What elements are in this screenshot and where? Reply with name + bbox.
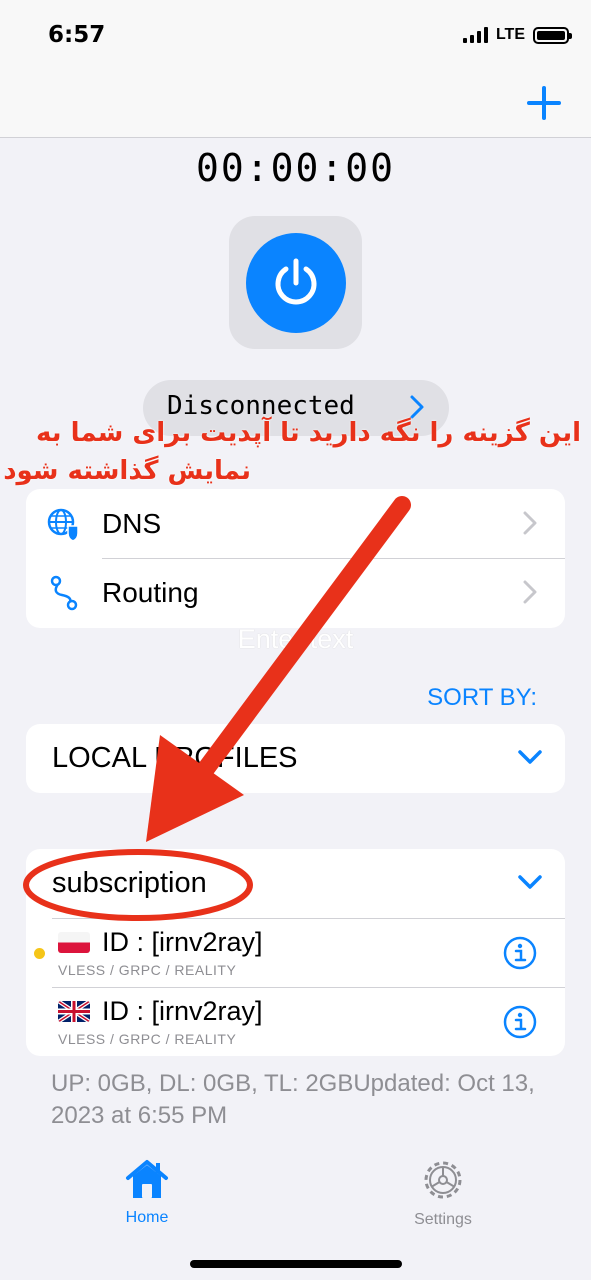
status-time: 6:57 <box>48 22 106 48</box>
battery-icon <box>533 26 572 44</box>
chevron-right-icon <box>523 580 537 604</box>
chevron-down-icon <box>518 875 542 889</box>
dns-row[interactable]: DNS <box>26 489 565 558</box>
info-icon[interactable] <box>503 1005 537 1039</box>
tab-settings[interactable]: Settings <box>383 1158 503 1229</box>
chevron-right-icon <box>523 511 537 535</box>
subscription-title: subscription <box>52 867 207 899</box>
home-indicator <box>190 1260 402 1268</box>
info-icon[interactable] <box>503 936 537 970</box>
tab-home[interactable]: Home <box>87 1158 207 1227</box>
sort-by-button[interactable]: SORT BY: <box>427 684 537 712</box>
tab-settings-label: Settings <box>414 1211 472 1228</box>
chevron-down-icon <box>518 750 542 764</box>
subscription-header[interactable]: subscription <box>26 849 565 918</box>
annotation-line-2: نمایش گذاشته شود <box>3 456 251 486</box>
status-indicators: LTE <box>462 26 572 44</box>
house-icon <box>126 1160 168 1198</box>
power-icon <box>275 258 317 305</box>
server-name: ID : [irnv2ray] <box>102 996 263 1026</box>
routing-icon <box>50 575 78 610</box>
subscription-usage: UP: 0GB, DL: 0GB, TL: 2GBUpdated: Oct 13… <box>51 1070 535 1129</box>
connect-button[interactable] <box>246 233 346 333</box>
annotation-line-1: این گزینه را نگه دارید تا آپدیت برای شما… <box>36 418 581 448</box>
connection-timer: 00:00:00 <box>195 146 396 190</box>
tab-home-label: Home <box>125 1209 169 1226</box>
globe-shield-icon <box>47 508 79 542</box>
server-protocol: VLESS / GRPC / REALITY <box>58 1031 237 1047</box>
enter-text-placeholder: Enter text <box>237 624 354 654</box>
server-name: ID : [irnv2ray] <box>102 927 263 957</box>
server-row[interactable]: ID : [irnv2ray] VLESS / GRPC / REALITY <box>26 918 565 987</box>
add-profile-button[interactable] <box>527 86 561 120</box>
cellular-signal-icon <box>462 27 488 43</box>
local-profiles-section[interactable]: LOCAL PROFILES <box>26 724 565 793</box>
active-server-indicator <box>34 948 45 959</box>
power-tile <box>229 216 362 349</box>
routing-label: Routing <box>102 576 199 608</box>
poland-flag-icon <box>58 932 90 953</box>
routing-row[interactable]: Routing <box>26 558 565 627</box>
dns-label: DNS <box>102 507 162 539</box>
server-row[interactable]: ID : [irnv2ray] VLESS / GRPC / REALITY <box>26 987 565 1056</box>
status-bar: 6:57 LTE <box>0 0 591 70</box>
gear-icon <box>424 1161 462 1199</box>
network-type: LTE <box>495 26 525 43</box>
settings-card: DNS Routing <box>26 489 565 628</box>
uk-flag-icon <box>58 1001 90 1022</box>
server-protocol: VLESS / GRPC / REALITY <box>58 962 237 978</box>
local-profiles-title: LOCAL PROFILES <box>52 742 298 774</box>
annotation-note: این گزینه را نگه دارید تا آپدیت برای شما… <box>0 414 591 490</box>
subscription-section: subscription ID : [irnv2ray] VLESS / GRP… <box>26 849 565 1056</box>
navigation-bar <box>0 70 591 138</box>
